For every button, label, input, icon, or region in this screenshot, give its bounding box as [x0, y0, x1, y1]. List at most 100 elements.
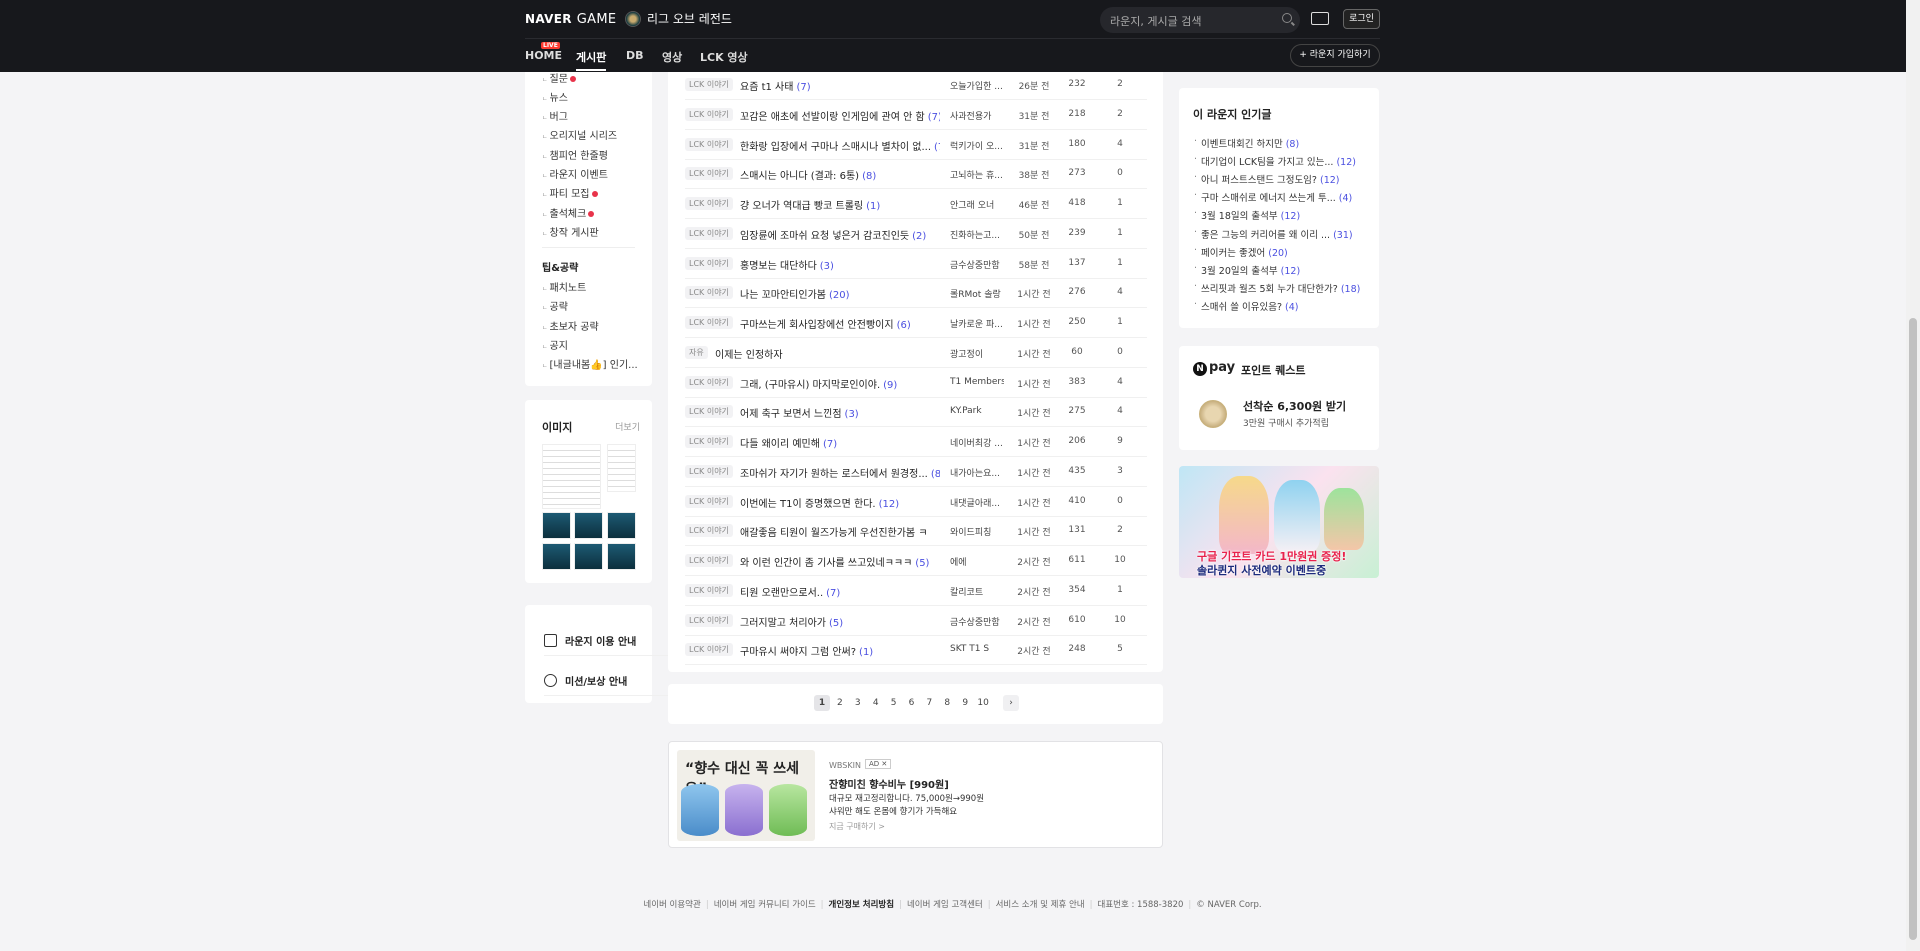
- sidebar-item-creative[interactable]: 창작 게시판: [542, 224, 599, 239]
- sidebar-item-patch-notes[interactable]: 패치노트: [542, 279, 587, 294]
- scrollbar-thumb[interactable]: [1909, 318, 1917, 940]
- post-title[interactable]: 티원 오랜만으로서.. (7): [740, 584, 840, 599]
- page-4-button[interactable]: 4: [868, 695, 884, 711]
- footer-link[interactable]: 네이버 이용약관: [643, 900, 700, 910]
- post-title[interactable]: 꼬감은 애초에 선발이랑 인게임에 관여 안 함(7): [740, 108, 940, 123]
- page-6-button[interactable]: 6: [904, 695, 920, 711]
- post-category-tag[interactable]: LCK 이야기: [685, 375, 733, 389]
- join-lounge-button[interactable]: + 라운지 가입하기: [1290, 44, 1380, 67]
- post-author[interactable]: SKT T1 S: [950, 644, 1004, 654]
- search-icon[interactable]: [1282, 13, 1292, 23]
- post-row[interactable]: LCK 이야기 요즘 t1 사태 (7) 오늘가입한 ... 26분 전 232 2: [685, 70, 1147, 100]
- post-category-tag[interactable]: LCK 이야기: [685, 197, 733, 210]
- image-thumbnail[interactable]: [607, 444, 636, 492]
- sidebar-item-original-series[interactable]: 오리지널 시리즈: [542, 127, 618, 142]
- post-title[interactable]: 요즘 t1 사태 (7): [740, 78, 811, 93]
- ad-card[interactable]: “향수 대신 꼭 쓰세요” WBSKIN AD ✕ 잔향미친 향수비누 [990…: [668, 741, 1163, 848]
- post-row[interactable]: LCK 이야기 다들 왜이리 예민해 (7) 네이버최강 ... 1시간 전 206 9: [685, 427, 1147, 457]
- post-title[interactable]: 다들 왜이리 예민해 (7): [740, 435, 837, 450]
- post-row[interactable]: LCK 이야기 스매시는 아니다 (결과: 6통) (8) 고뇌하는 휴... 38분 …: [685, 159, 1147, 190]
- post-title[interactable]: 그러지말고 처리아가 (5): [740, 614, 843, 629]
- ad-badge[interactable]: AD ✕: [865, 759, 892, 769]
- post-author[interactable]: 금수상중만함: [950, 615, 1004, 628]
- post-author[interactable]: 사과전용가: [950, 109, 1004, 122]
- post-title[interactable]: 스매시는 아니다 (결과: 6통) (8): [740, 167, 876, 182]
- post-row[interactable]: LCK 이야기 그러지말고 처리아가 (5) 금수상중만함 2시간 전 610 10: [685, 606, 1147, 636]
- post-category-tag[interactable]: LCK 이야기: [685, 464, 733, 478]
- page-scrollbar[interactable]: [1906, 0, 1920, 951]
- page-2-button[interactable]: 2: [832, 695, 848, 711]
- post-title[interactable]: 한화랑 입장에서 구마나 스매시나 별차이 없...(7): [740, 138, 940, 153]
- post-row[interactable]: LCK 이야기 애갈좋음 티원이 월즈가능게 우선진한가봄 ㅋ 와이드피칭 1시간 전…: [685, 516, 1147, 547]
- naver-game-logo[interactable]: NAVER GAME: [525, 12, 616, 27]
- post-category-tag[interactable]: LCK 이야기: [685, 583, 733, 597]
- footer-link[interactable]: 개인정보 처리방침: [829, 900, 895, 910]
- post-author[interactable]: 날카로운 파...: [950, 317, 1004, 330]
- post-row[interactable]: 자유 이제는 인정하자 광고정이 1시간 전 60 0: [685, 338, 1147, 368]
- login-button[interactable]: 로그인: [1343, 9, 1380, 29]
- page-8-button[interactable]: 8: [939, 695, 955, 711]
- post-category-tag[interactable]: LCK 이야기: [685, 613, 733, 627]
- post-row[interactable]: LCK 이야기 임장륜에 조마쉬 요청 넣은거 감코진인듯 (2) 진화하는고... 5…: [685, 219, 1147, 249]
- post-author[interactable]: 광고정이: [950, 347, 1004, 360]
- sidebar-item-beginner-guide[interactable]: 초보자 공략: [542, 318, 599, 333]
- post-author[interactable]: 내가아는요...: [950, 466, 1004, 479]
- post-title[interactable]: 그래, (구마유시) 마지막로인이야. (9): [740, 376, 897, 391]
- post-category-tag[interactable]: LCK 이야기: [685, 78, 733, 91]
- event-banner[interactable]: 구글 기프트 카드 1만원권 증정! 솔라퀸지 사전예약 이벤트중: [1179, 466, 1379, 578]
- image-thumbnail[interactable]: [574, 512, 603, 539]
- image-thumbnail[interactable]: [542, 512, 571, 539]
- post-category-tag[interactable]: LCK 이야기: [685, 137, 733, 151]
- page-10-button[interactable]: 10: [975, 695, 991, 711]
- popular-post-item[interactable]: 페이커는 좋겠어 (20): [1194, 245, 1288, 259]
- post-author[interactable]: 롤RMot 솔랑: [950, 287, 1004, 300]
- nav-home[interactable]: HOME LIVE: [525, 42, 562, 62]
- sidebar-item-guide[interactable]: 공략: [542, 298, 568, 313]
- post-category-tag[interactable]: LCK 이야기: [685, 524, 733, 538]
- sidebar-item-party[interactable]: 파티 모집: [542, 185, 598, 200]
- footer-link[interactable]: 네이버 게임 커뮤니티 가이드: [714, 900, 816, 910]
- post-author[interactable]: 럭키가이 오...: [950, 139, 1004, 152]
- popular-post-item[interactable]: 대기업이 LCK팀을 가지고 있는... (12): [1194, 154, 1356, 168]
- nav-board[interactable]: 게시판: [576, 49, 607, 71]
- image-more-link[interactable]: 더보기: [615, 420, 640, 433]
- post-category-tag[interactable]: 자유: [685, 345, 708, 359]
- post-author[interactable]: 와이드피칭: [950, 525, 1004, 538]
- sidebar-item-bug[interactable]: 버그: [542, 108, 568, 123]
- sidebar-item-attendance[interactable]: 출석체크: [542, 205, 595, 220]
- post-row[interactable]: LCK 이야기 구마유시 써야지 그럼 안써? (1) SKT T1 S 2시간 전 24…: [685, 635, 1147, 666]
- post-author[interactable]: 칼리코트: [950, 585, 1004, 598]
- ad-image[interactable]: “향수 대신 꼭 쓰세요”: [677, 750, 815, 841]
- post-title[interactable]: 조마쉬가 자기가 원하는 로스터에서 원경정...(8): [740, 465, 940, 480]
- page-7-button[interactable]: 7: [921, 695, 937, 711]
- popular-post-item[interactable]: 3월 18일의 출석부 (12): [1194, 208, 1300, 222]
- popular-post-item[interactable]: 좋은 그능의 커리어를 왜 이리 ... (31): [1194, 227, 1353, 241]
- popular-post-item[interactable]: 쓰리핏과 월즈 5회 누가 대단한가? (18): [1194, 281, 1360, 295]
- search-input[interactable]: 라운지, 게시글 검색: [1100, 7, 1300, 33]
- nav-video[interactable]: 영상: [662, 49, 682, 65]
- post-row[interactable]: LCK 이야기 한화랑 입장에서 구마나 스매시나 별차이 없...(7) 럭키가이…: [685, 130, 1147, 160]
- page-1-button[interactable]: 1: [814, 695, 830, 711]
- ticket-icon[interactable]: [1311, 12, 1329, 25]
- post-author[interactable]: T1 Members: [950, 377, 1004, 387]
- post-author[interactable]: 내댓글아래...: [950, 496, 1004, 509]
- lounge-title[interactable]: 리그 오브 레전드: [625, 10, 732, 27]
- sidebar-item-question[interactable]: 질문: [542, 70, 576, 85]
- page-5-button[interactable]: 5: [886, 695, 902, 711]
- next-page-button[interactable]: ›: [1003, 695, 1019, 711]
- image-thumbnail[interactable]: [574, 543, 603, 570]
- popular-post-item[interactable]: 아니 퍼스트스탠드 그정도임? (12): [1194, 172, 1339, 186]
- popular-post-item[interactable]: 구마 스매쉬로 에너지 쓰는게 투... (4): [1194, 190, 1352, 204]
- post-category-tag[interactable]: LCK 이야기: [685, 554, 733, 567]
- popular-post-item[interactable]: 3월 20일의 출석부 (12): [1194, 263, 1300, 277]
- post-row[interactable]: LCK 이야기 홍명보는 대단하다 (3) 금수상중만함 58분 전 137 1: [685, 249, 1147, 279]
- post-author[interactable]: 오늘가입한 ...: [950, 79, 1004, 92]
- post-category-tag[interactable]: LCK 이야기: [685, 167, 733, 181]
- post-author[interactable]: 네이버최강 ...: [950, 436, 1004, 449]
- post-category-tag[interactable]: LCK 이야기: [685, 107, 733, 121]
- post-category-tag[interactable]: LCK 이야기: [685, 286, 733, 300]
- image-thumbnail[interactable]: [542, 444, 601, 509]
- post-row[interactable]: LCK 이야기 와 이런 인간이 좀 기사를 쓰고있네ㅋㅋㅋ (5) 에에 2시간 전 6…: [685, 546, 1147, 576]
- post-category-tag[interactable]: LCK 이야기: [685, 226, 733, 240]
- post-author[interactable]: 금수상중만함: [950, 258, 1004, 271]
